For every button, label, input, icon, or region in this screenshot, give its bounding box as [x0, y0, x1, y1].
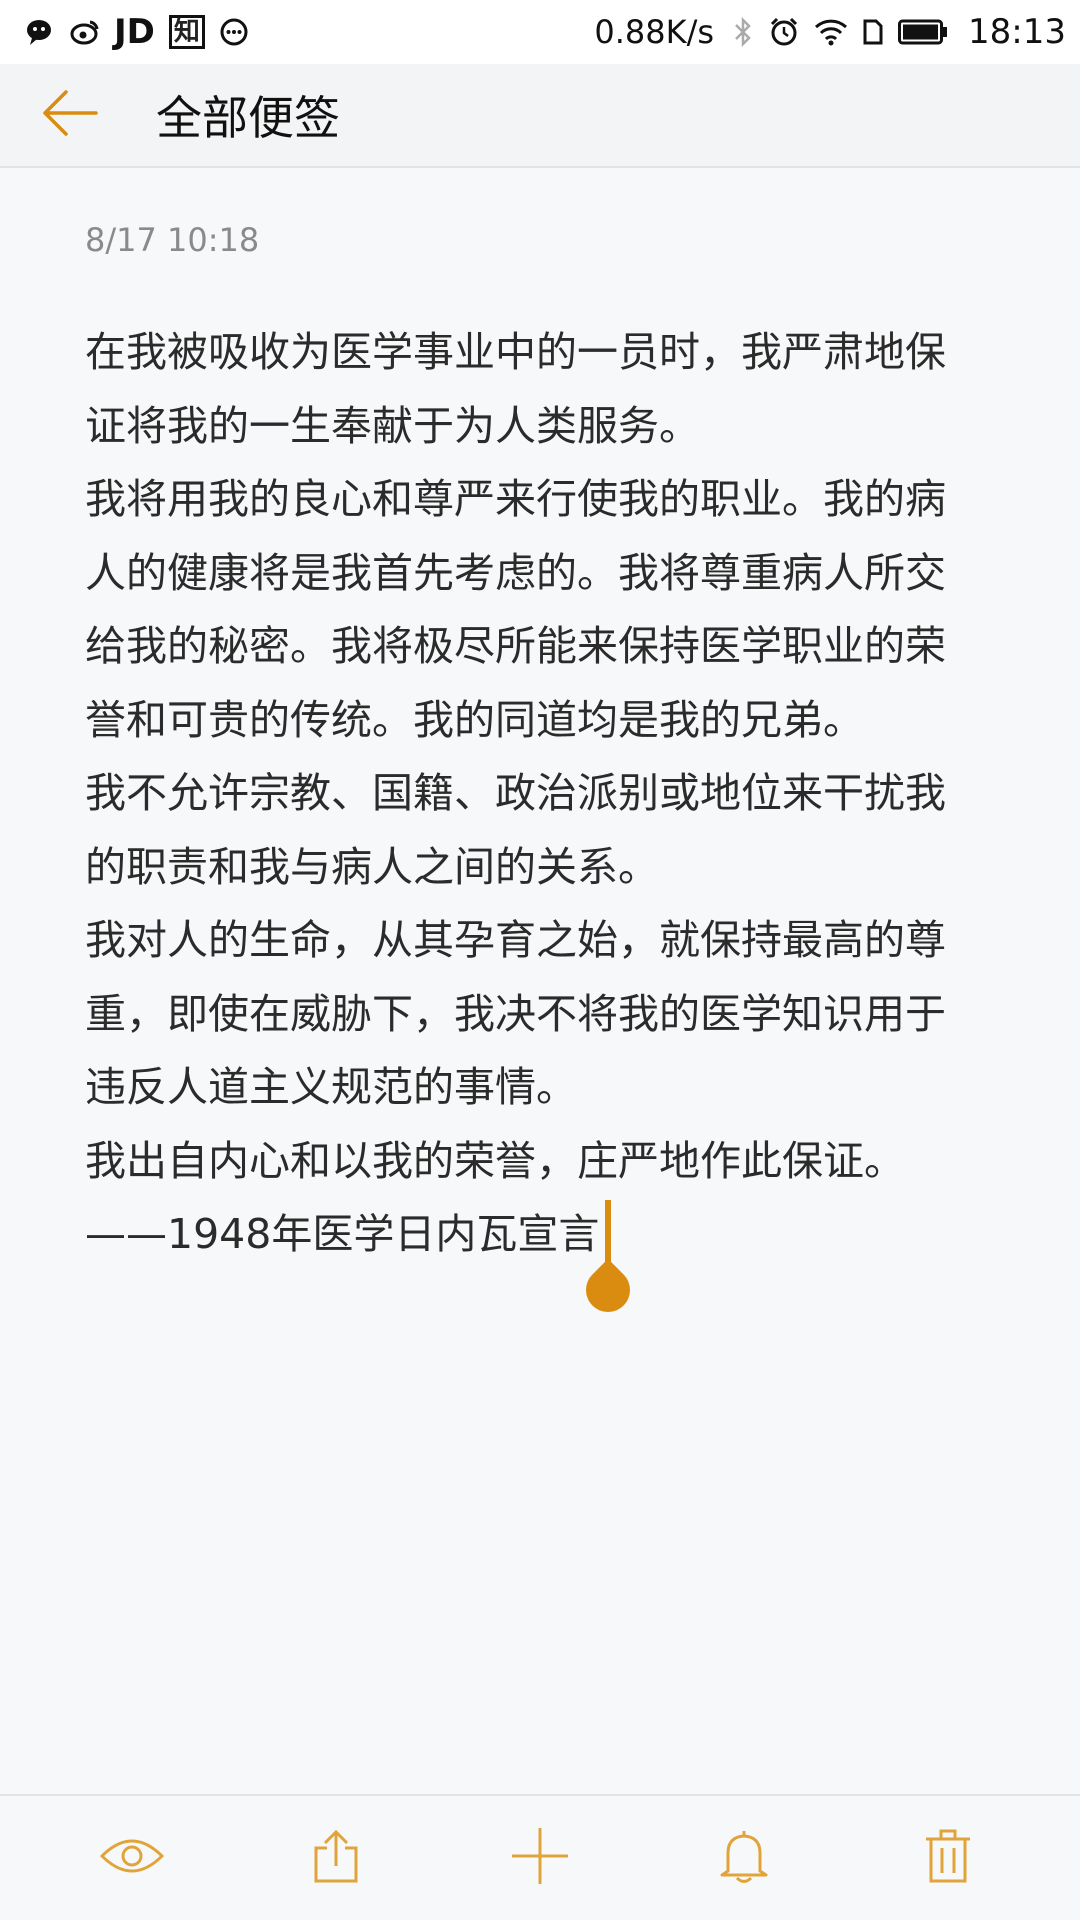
wifi-icon	[814, 18, 848, 46]
cursor-handle[interactable]	[577, 1258, 640, 1322]
status-right: 0.88K/s 18:13	[594, 12, 1066, 52]
bluetooth-icon	[732, 16, 754, 48]
reminder-button[interactable]	[684, 1798, 804, 1918]
eye-icon	[99, 1834, 165, 1882]
note-content[interactable]: 8/17 10:18 在我被吸收为医学事业中的一员时，我严肃地保证将我的一生奉献…	[85, 210, 985, 1322]
header: 全部便签	[0, 64, 1080, 168]
clock: 18:13	[968, 12, 1066, 52]
page-title: 全部便签	[156, 91, 340, 145]
zhihu-icon: 知	[168, 15, 205, 49]
back-arrow-icon	[40, 88, 100, 142]
delete-button[interactable]	[888, 1798, 1008, 1918]
text-cursor[interactable]	[577, 1200, 640, 1322]
share-icon	[312, 1828, 360, 1888]
battery-icon	[898, 19, 948, 45]
note-paragraph: 我将用我的良心和尊严来行使我的职业。我的病人的健康将是我首先考虑的。我将尊重病人…	[85, 475, 946, 744]
note-paragraph-last: ——1948年医学日内瓦宣言	[85, 1198, 985, 1322]
weibo-icon	[70, 18, 100, 46]
add-icon	[510, 1826, 570, 1890]
preview-button[interactable]	[72, 1798, 192, 1918]
bell-icon	[718, 1827, 770, 1889]
wechat-icon	[26, 18, 56, 46]
message-icon	[219, 17, 249, 47]
note-paragraph: 我出自内心和以我的荣誉，庄严地作此保证。	[85, 1136, 905, 1185]
back-button[interactable]	[0, 63, 140, 167]
share-button[interactable]	[276, 1798, 396, 1918]
sim-icon	[862, 18, 884, 46]
note-date: 8/17 10:18	[85, 221, 260, 259]
note-paragraph: 我对人的生命，从其孕育之始，就保持最高的尊重，即使在威胁下，我决不将我的医学知识…	[85, 916, 946, 1111]
add-button[interactable]	[480, 1798, 600, 1918]
alarm-icon	[768, 16, 800, 48]
trash-icon	[924, 1828, 972, 1888]
status-left: JD 知	[26, 12, 263, 52]
note-paragraph: 我不允许宗教、国籍、政治派别或地位来干扰我的职责和我与病人之间的关系。	[85, 769, 946, 891]
note-body[interactable]: 在我被吸收为医学事业中的一员时，我严肃地保证将我的一生奉献于为人类服务。 我将用…	[85, 316, 985, 1322]
network-speed: 0.88K/s	[594, 13, 715, 51]
jd-icon: JD	[114, 12, 155, 52]
status-bar: JD 知 0.88K/s 18:13	[0, 0, 1080, 64]
bottom-toolbar	[0, 1794, 1080, 1920]
note-paragraph: 在我被吸收为医学事业中的一员时，我严肃地保证将我的一生奉献于为人类服务。	[85, 328, 946, 450]
note-signature: ——1948年医学日内瓦宣言	[85, 1210, 600, 1258]
